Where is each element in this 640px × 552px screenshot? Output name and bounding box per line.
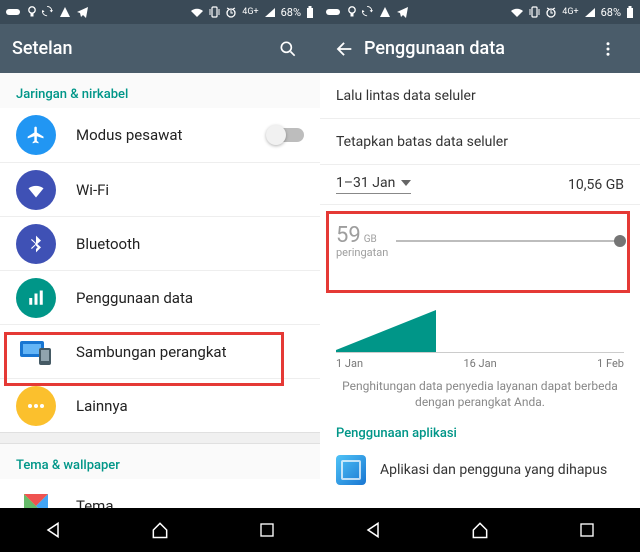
- warning-icon: [59, 6, 71, 18]
- settings-list[interactable]: Jaringan & nirkabel Modus pesawat Wi-Fi …: [0, 73, 320, 508]
- device-connection-icon: [16, 332, 56, 372]
- row-limit-toggle[interactable]: Tetapkan batas data seluler: [320, 119, 640, 165]
- airplane-icon: [16, 115, 56, 155]
- warning-label: peringatan: [336, 246, 388, 259]
- app-label: Aplikasi dan pengguna yang dihapus: [380, 462, 607, 478]
- nav-recent[interactable]: [557, 508, 617, 552]
- warning-value: 59: [336, 223, 361, 248]
- xaxis-tick: 16 Jan: [463, 357, 496, 370]
- warning-slider-handle[interactable]: [614, 235, 626, 247]
- disclaimer-text: Penghitungan data penyedia layanan dapat…: [320, 378, 640, 420]
- vibrate-icon: [209, 6, 220, 18]
- row-bluetooth[interactable]: Bluetooth: [0, 216, 320, 270]
- warning-unit: GB: [364, 234, 377, 245]
- usage-amount: 10,56 GB: [568, 177, 624, 193]
- row-label: Tema: [76, 497, 304, 508]
- arrow-back-icon: [333, 38, 355, 60]
- page-title: Penggunaan data: [364, 38, 588, 59]
- row-device-connection[interactable]: Sambungan perangkat: [0, 324, 320, 378]
- chart-area-icon: [336, 310, 436, 352]
- sync-icon: [362, 6, 374, 18]
- row-label: Lalu lintas data seluler: [336, 88, 624, 104]
- row-label: Lainnya: [76, 397, 304, 415]
- row-label: Sambungan perangkat: [76, 343, 304, 361]
- usage-chart: [336, 295, 624, 353]
- section-header-apps: Penggunaan aplikasi: [320, 420, 640, 447]
- row-airplane-mode[interactable]: Modus pesawat: [0, 108, 320, 162]
- dropdown-icon: [401, 180, 411, 186]
- xaxis-tick: 1 Feb: [597, 357, 624, 370]
- battery-percent: 68%: [281, 6, 301, 19]
- search-button[interactable]: [268, 39, 308, 59]
- wifi-row-icon: [16, 170, 56, 210]
- row-label: Penggunaan data: [76, 289, 304, 307]
- signal-icon: [584, 7, 596, 18]
- chart-xaxis: 1 Jan 16 Jan 1 Feb: [320, 355, 640, 378]
- signal-icon: [264, 7, 276, 18]
- row-label: Wi-Fi: [76, 181, 304, 199]
- telegram-icon: [396, 6, 409, 19]
- row-theme[interactable]: Tema: [0, 479, 320, 508]
- wifi-icon: [510, 7, 524, 18]
- status-bar: 4G+ 68%: [0, 0, 320, 24]
- nav-home[interactable]: [130, 508, 190, 552]
- bulb-icon: [27, 6, 37, 18]
- page-title: Setelan: [12, 38, 268, 59]
- nav-bar: [0, 508, 320, 552]
- alarm-icon: [225, 6, 237, 18]
- app-bar: Setelan: [0, 24, 320, 73]
- status-bar: 4G+ 68%: [320, 0, 640, 24]
- section-header-network: Jaringan & nirkabel: [0, 73, 320, 108]
- data-usage-icon: [16, 278, 56, 318]
- battery-icon: [626, 6, 634, 18]
- row-label: Tetapkan batas data seluler: [336, 134, 624, 150]
- row-cellular-toggle[interactable]: Lalu lintas data seluler: [320, 73, 640, 119]
- bulb-icon: [347, 6, 357, 18]
- row-period[interactable]: 1–31 Jan 10,56 GB: [320, 165, 640, 205]
- warning-icon: [379, 6, 391, 18]
- row-wifi[interactable]: Wi-Fi: [0, 162, 320, 216]
- nav-bar: [320, 508, 640, 552]
- period-value: 1–31 Jan: [336, 175, 395, 191]
- app-icon: [336, 455, 366, 485]
- data-usage-content[interactable]: Lalu lintas data seluler Tetapkan batas …: [320, 73, 640, 508]
- data-usage-screen: 4G+ 68% Penggunaan data Lalu lintas data…: [320, 0, 640, 552]
- wifi-icon: [190, 7, 204, 18]
- nav-back[interactable]: [23, 508, 83, 552]
- telegram-icon: [76, 6, 89, 19]
- network-type: 4G+: [562, 8, 578, 17]
- app-bar: Penggunaan data: [320, 24, 640, 73]
- overflow-button[interactable]: [588, 40, 628, 58]
- theme-icon: [16, 486, 56, 508]
- nav-home[interactable]: [450, 508, 510, 552]
- xaxis-tick: 1 Jan: [336, 357, 363, 370]
- alarm-icon: [545, 6, 557, 18]
- airplane-switch[interactable]: [268, 128, 304, 142]
- search-icon: [278, 39, 298, 59]
- period-selector[interactable]: 1–31 Jan: [336, 175, 411, 194]
- more-icon: [16, 386, 56, 426]
- row-more[interactable]: Lainnya: [0, 378, 320, 432]
- battery-icon: [306, 6, 314, 18]
- warning-limit-area[interactable]: 59GB peringatan: [320, 205, 640, 267]
- network-type: 4G+: [242, 8, 258, 17]
- vibrate-icon: [529, 6, 540, 18]
- section-header-theme: Tema & wallpaper: [0, 444, 320, 479]
- battery-percent: 68%: [601, 6, 621, 19]
- bluetooth-icon: [16, 224, 56, 264]
- sync-icon: [42, 6, 54, 18]
- row-label: Bluetooth: [76, 235, 304, 253]
- more-vert-icon: [599, 40, 617, 58]
- row-label: Modus pesawat: [76, 126, 268, 144]
- settings-screen: 4G+ 68% Setelan Jaringan & nirkabel Modu…: [0, 0, 320, 552]
- row-data-usage[interactable]: Penggunaan data: [0, 270, 320, 324]
- row-app-deleted[interactable]: Aplikasi dan pengguna yang dihapus: [320, 447, 640, 493]
- back-button[interactable]: [324, 38, 364, 60]
- section-divider: [0, 432, 320, 444]
- notification-icon: [326, 7, 342, 17]
- nav-back[interactable]: [343, 508, 403, 552]
- nav-recent[interactable]: [237, 508, 297, 552]
- notification-icon: [6, 7, 22, 17]
